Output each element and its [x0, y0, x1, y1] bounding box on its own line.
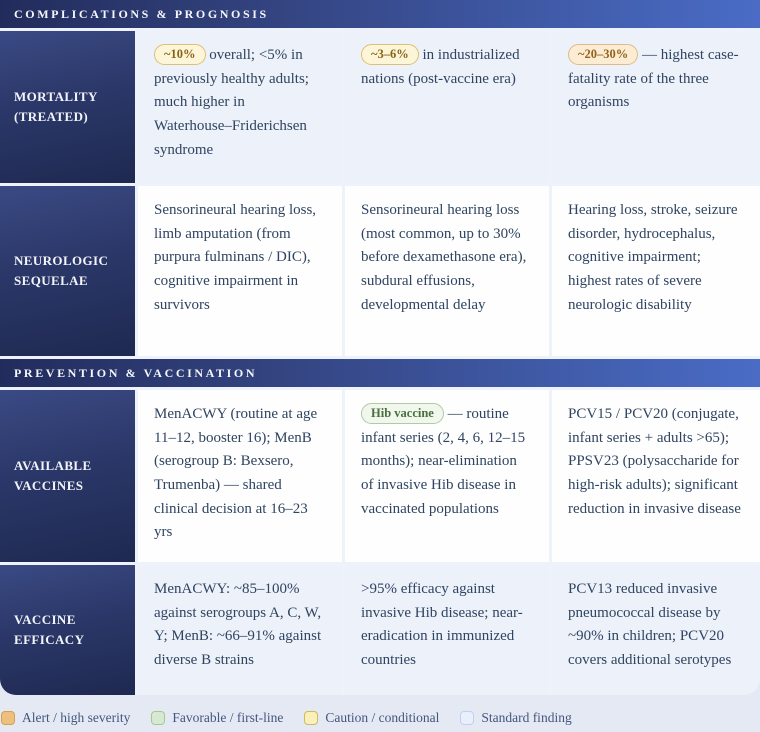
table-cell: MenACWY: ~85–100% against serogroups A, … [138, 565, 342, 695]
legend-label: Favorable / first-line [172, 710, 283, 726]
row-label: MORTALITY (TREATED) [0, 31, 135, 183]
table-cell: Hearing loss, stroke, seizure disorder, … [552, 186, 760, 356]
cell-text: Hearing loss, stroke, seizure disorder, … [568, 202, 738, 313]
section-header: COMPLICATIONS & PROGNOSIS [0, 0, 760, 28]
table-cell: Sensorineural hearing loss, limb amputat… [138, 186, 342, 356]
table-cell: PCV15 / PCV20 (conjugate, infant series … [552, 390, 760, 562]
cell-text: Sensorineural hearing loss (most common,… [361, 202, 526, 313]
caution-badge: ~10% [154, 44, 206, 65]
table-row: MORTALITY (TREATED)~10% overall; <5% in … [0, 31, 760, 183]
table-cell: MenACWY (routine at age 11–12, booster 1… [138, 390, 342, 562]
favorable-swatch-icon [151, 711, 165, 725]
cell-text: PCV13 reduced invasive pneumococcal dise… [568, 581, 731, 668]
cell-text: Sensorineural hearing loss, limb amputat… [154, 202, 316, 313]
legend-label: Caution / conditional [325, 710, 439, 726]
caution-badge: ~3–6% [361, 44, 419, 65]
legend-label: Alert / high severity [22, 710, 130, 726]
table-row: NEUROLOGIC SEQUELAESensorineural hearing… [0, 186, 760, 356]
alert-badge: ~20–30% [568, 44, 638, 65]
legend-item: Standard finding [460, 710, 571, 726]
section-header: PREVENTION & VACCINATION [0, 359, 760, 387]
table-row: AVAILABLE VACCINESMenACWY (routine at ag… [0, 390, 760, 562]
legend: Alert / high severity Favorable / first-l… [0, 710, 760, 726]
table-cell: ~10% overall; <5% in previously healthy … [138, 31, 342, 183]
legend-item: Alert / high severity [1, 710, 130, 726]
comparison-table: COMPLICATIONS & PROGNOSIS MORTALITY (TREA… [0, 0, 760, 695]
cell-text: MenACWY: ~85–100% against serogroups A, … [154, 581, 321, 668]
cell-text: PCV15 / PCV20 (conjugate, infant series … [568, 406, 741, 517]
cell-text: >95% efficacy against invasive Hib disea… [361, 581, 523, 668]
table-row: VACCINE EFFICACYMenACWY: ~85–100% agains… [0, 565, 760, 695]
table-cell: Hib vaccine — routine infant series (2, … [345, 390, 549, 562]
table-cell: PCV13 reduced invasive pneumococcal dise… [552, 565, 760, 695]
table-cell: ~20–30% — highest case-fatality rate of … [552, 31, 760, 183]
row-label: NEUROLOGIC SEQUELAE [0, 186, 135, 356]
standard-swatch-icon [460, 711, 474, 725]
row-label: VACCINE EFFICACY [0, 565, 135, 695]
legend-item: Favorable / first-line [151, 710, 283, 726]
alert-swatch-icon [1, 711, 15, 725]
caution-swatch-icon [304, 711, 318, 725]
row-label: AVAILABLE VACCINES [0, 390, 135, 562]
table-cell: Sensorineural hearing loss (most common,… [345, 186, 549, 356]
table-cell: >95% efficacy against invasive Hib disea… [345, 565, 549, 695]
table-cell: ~3–6% in industrialized nations (post-va… [345, 31, 549, 183]
favorable-badge: Hib vaccine [361, 403, 444, 424]
cell-text: MenACWY (routine at age 11–12, booster 1… [154, 406, 317, 540]
legend-item: Caution / conditional [304, 710, 439, 726]
legend-label: Standard finding [481, 710, 571, 726]
